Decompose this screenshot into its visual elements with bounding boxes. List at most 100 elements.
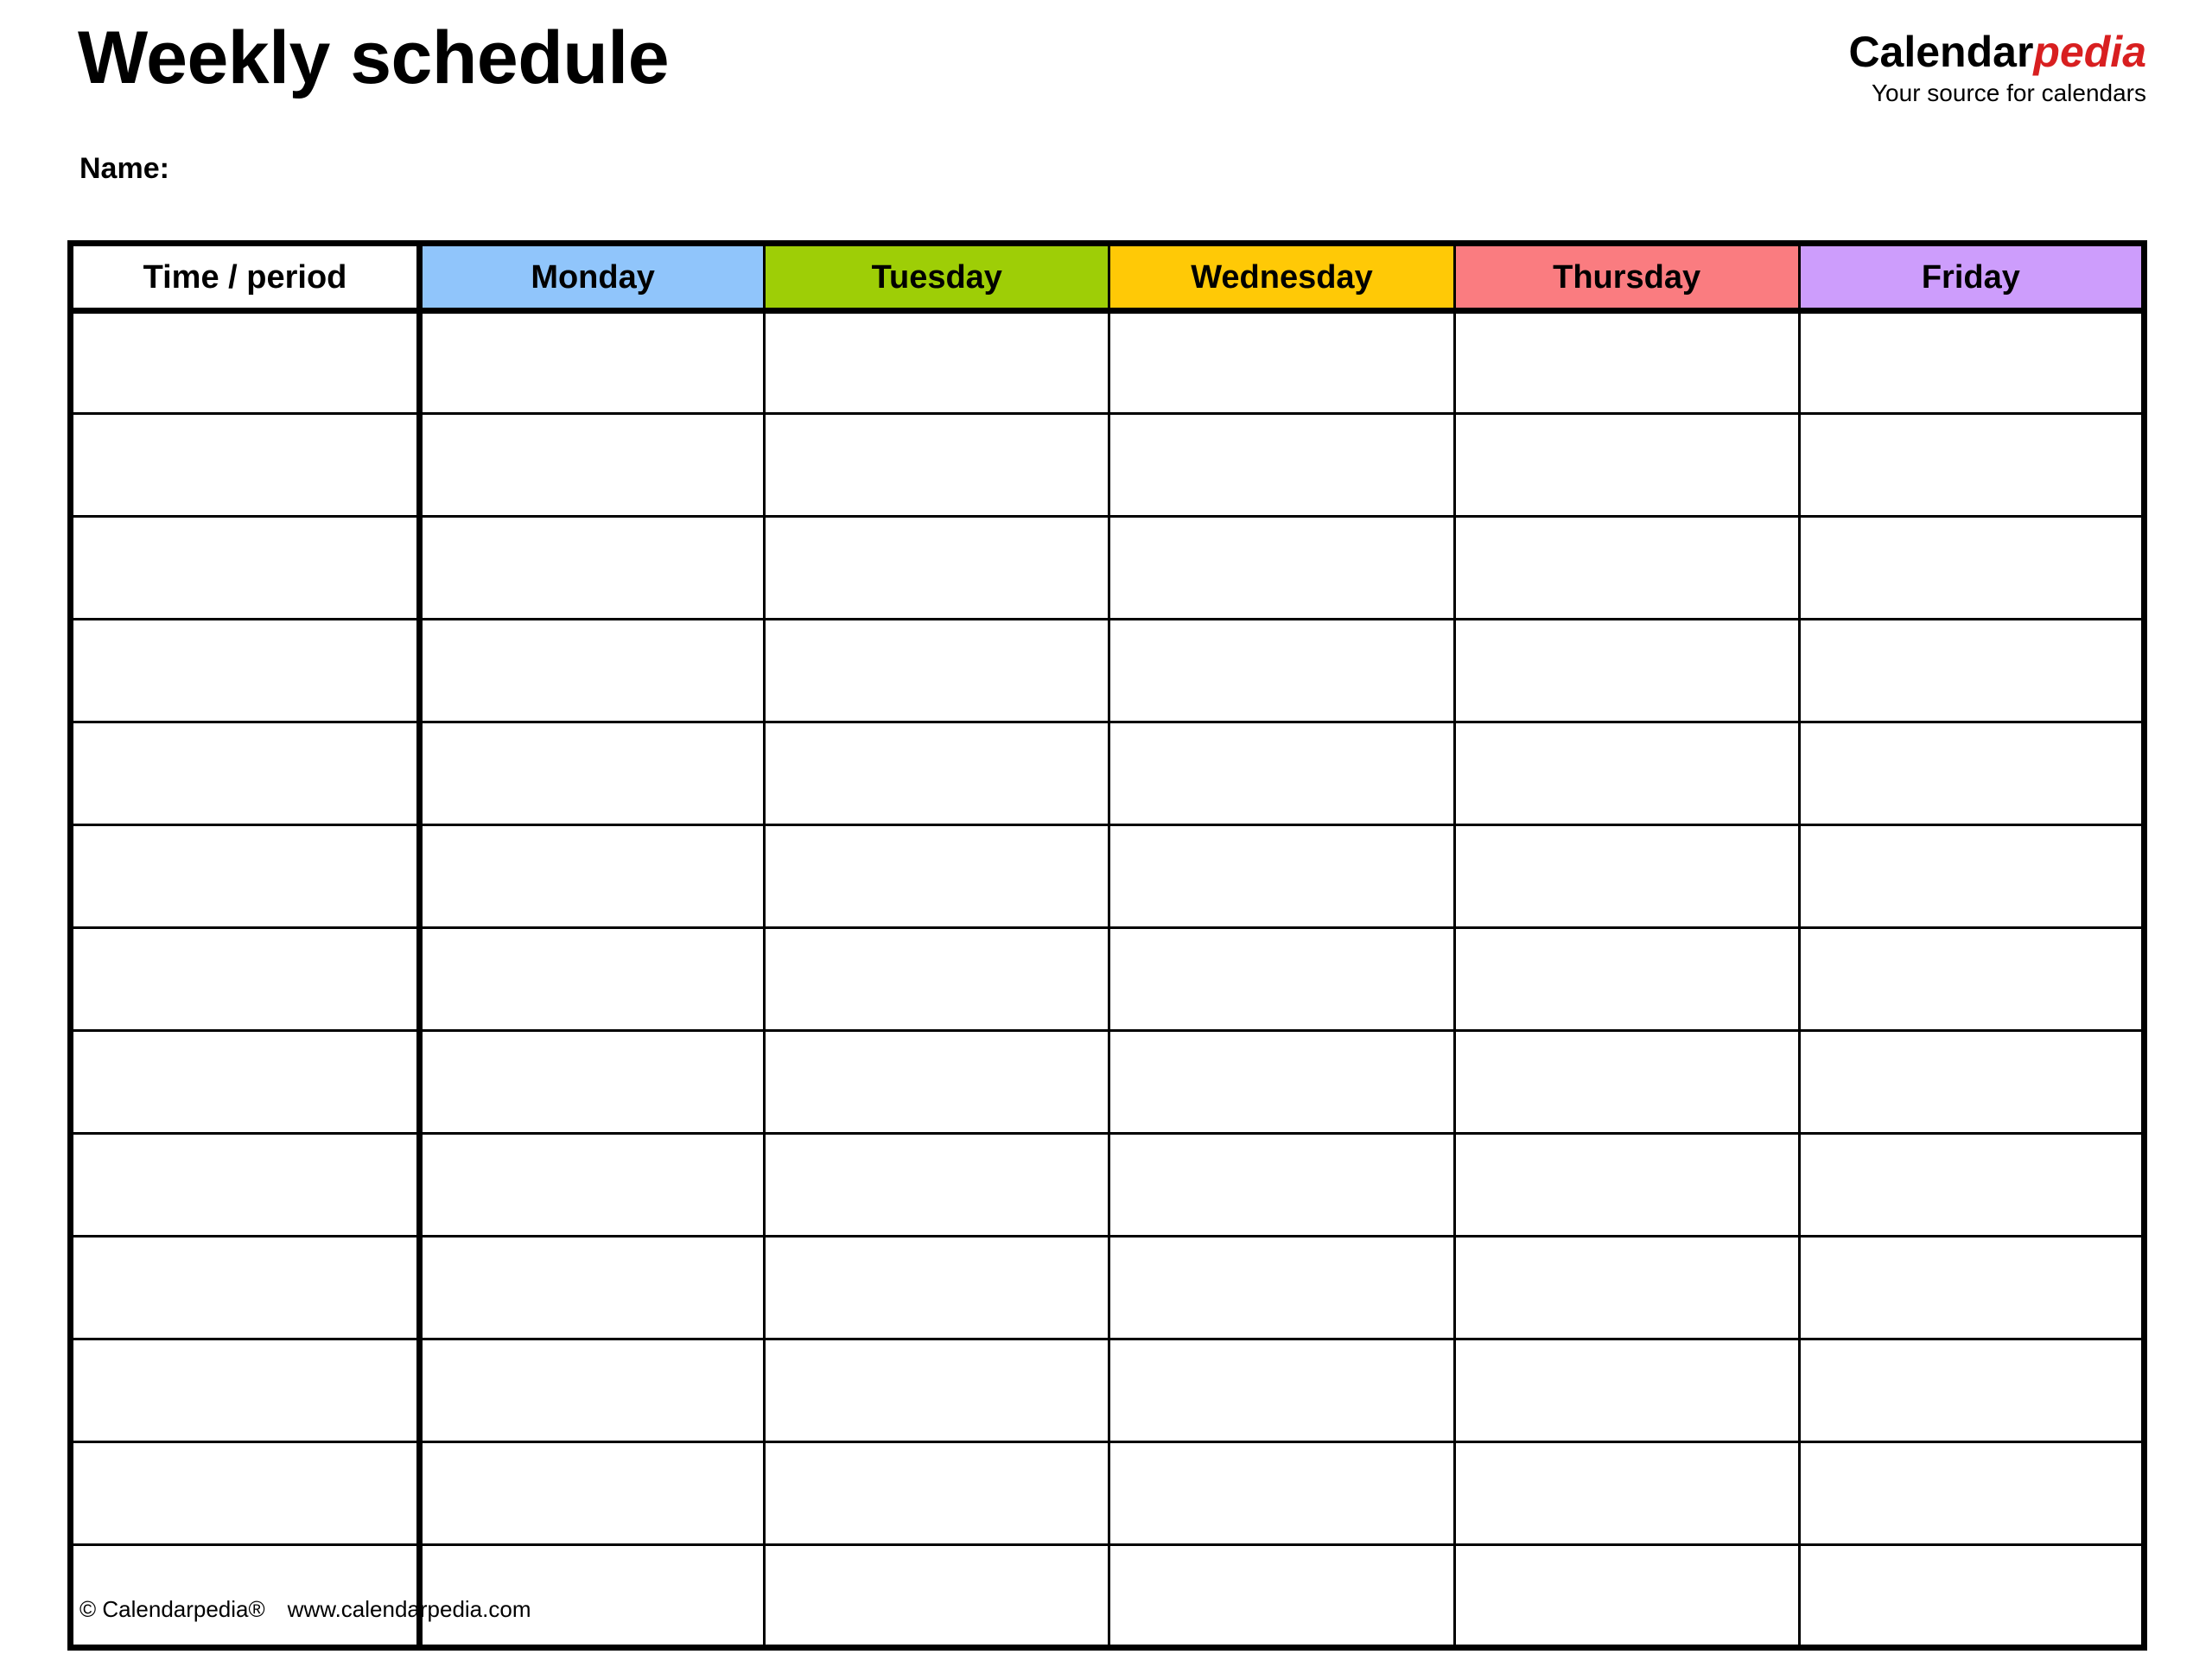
schedule-cell-time[interactable] xyxy=(67,618,423,723)
schedule-row xyxy=(67,309,2147,415)
schedule-cell-thursday[interactable] xyxy=(1452,1441,1801,1546)
schedule-cell-time[interactable] xyxy=(67,515,423,620)
schedule-cell-time[interactable] xyxy=(67,1338,423,1443)
schedule-cell-monday[interactable] xyxy=(417,721,766,826)
schedule-cell-wednesday[interactable] xyxy=(1108,1543,1456,1651)
schedule-cell-tuesday[interactable] xyxy=(763,1029,1111,1135)
column-header-monday: Monday xyxy=(417,240,766,314)
schedule-cell-wednesday[interactable] xyxy=(1108,515,1456,620)
schedule-cell-friday[interactable] xyxy=(1797,1029,2147,1135)
schedule-cell-monday[interactable] xyxy=(417,1132,766,1238)
schedule-cell-friday[interactable] xyxy=(1797,309,2147,415)
schedule-row xyxy=(67,515,2147,620)
schedule-cell-thursday[interactable] xyxy=(1452,1235,1801,1340)
schedule-cell-monday[interactable] xyxy=(417,309,766,415)
brand-wordmark: Calendarpedia xyxy=(1848,29,2146,75)
schedule-cell-friday[interactable] xyxy=(1797,1132,2147,1238)
brand-tagline: Your source for calendars xyxy=(1871,79,2146,106)
schedule-cell-tuesday[interactable] xyxy=(763,618,1111,723)
schedule-cell-tuesday[interactable] xyxy=(763,412,1111,518)
schedule-cell-time[interactable] xyxy=(67,824,423,929)
schedule-cell-thursday[interactable] xyxy=(1452,412,1801,518)
schedule-cell-monday[interactable] xyxy=(417,824,766,929)
schedule-cell-tuesday[interactable] xyxy=(763,1235,1111,1340)
schedule-cell-wednesday[interactable] xyxy=(1108,309,1456,415)
schedule-cell-time[interactable] xyxy=(67,1029,423,1135)
schedule-cell-monday[interactable] xyxy=(417,1338,766,1443)
footer-copyright: © Calendarpedia® xyxy=(79,1596,265,1622)
schedule-cell-friday[interactable] xyxy=(1797,721,2147,826)
brand-name-accent: pedia xyxy=(2033,28,2146,76)
schedule-cell-tuesday[interactable] xyxy=(763,515,1111,620)
schedule-cell-monday[interactable] xyxy=(417,1441,766,1546)
schedule-cell-wednesday[interactable] xyxy=(1108,412,1456,518)
schedule-cell-friday[interactable] xyxy=(1797,926,2147,1032)
schedule-header-row: Time / period Monday Tuesday Wednesday T… xyxy=(67,240,2147,314)
weekly-schedule-table: Time / period Monday Tuesday Wednesday T… xyxy=(67,240,2147,1651)
schedule-cell-friday[interactable] xyxy=(1797,515,2147,620)
schedule-cell-monday[interactable] xyxy=(417,618,766,723)
schedule-cell-wednesday[interactable] xyxy=(1108,1235,1456,1340)
schedule-cell-tuesday[interactable] xyxy=(763,926,1111,1032)
column-header-friday: Friday xyxy=(1797,240,2147,314)
schedule-cell-monday[interactable] xyxy=(417,412,766,518)
schedule-cell-time[interactable] xyxy=(67,1235,423,1340)
schedule-row xyxy=(67,412,2147,518)
schedule-cell-thursday[interactable] xyxy=(1452,515,1801,620)
schedule-cell-thursday[interactable] xyxy=(1452,1029,1801,1135)
schedule-cell-tuesday[interactable] xyxy=(763,309,1111,415)
schedule-cell-tuesday[interactable] xyxy=(763,824,1111,929)
column-header-time-period: Time / period xyxy=(67,240,423,314)
schedule-cell-thursday[interactable] xyxy=(1452,1543,1801,1651)
schedule-header-row-group: Time / period Monday Tuesday Wednesday T… xyxy=(67,240,2147,314)
schedule-cell-wednesday[interactable] xyxy=(1108,926,1456,1032)
footer-website[interactable]: www.calendarpedia.com xyxy=(288,1596,531,1622)
schedule-cell-thursday[interactable] xyxy=(1452,618,1801,723)
schedule-cell-tuesday[interactable] xyxy=(763,1441,1111,1546)
schedule-cell-monday[interactable] xyxy=(417,515,766,620)
column-header-tuesday: Tuesday xyxy=(763,240,1111,314)
schedule-cell-time[interactable] xyxy=(67,1132,423,1238)
schedule-cell-monday[interactable] xyxy=(417,1235,766,1340)
schedule-row xyxy=(67,618,2147,723)
weekly-schedule-page: Weekly schedule Name: Calendarpedia Your… xyxy=(0,0,2212,1667)
schedule-cell-time[interactable] xyxy=(67,926,423,1032)
schedule-cell-wednesday[interactable] xyxy=(1108,1029,1456,1135)
schedule-cell-wednesday[interactable] xyxy=(1108,1132,1456,1238)
schedule-cell-thursday[interactable] xyxy=(1452,721,1801,826)
schedule-cell-wednesday[interactable] xyxy=(1108,824,1456,929)
schedule-row xyxy=(67,1441,2147,1546)
schedule-cell-friday[interactable] xyxy=(1797,1543,2147,1651)
schedule-cell-thursday[interactable] xyxy=(1452,926,1801,1032)
schedule-cell-wednesday[interactable] xyxy=(1108,1338,1456,1443)
brand-name-primary: Calendar xyxy=(1848,28,2034,76)
schedule-cell-tuesday[interactable] xyxy=(763,1338,1111,1443)
schedule-cell-friday[interactable] xyxy=(1797,412,2147,518)
schedule-cell-wednesday[interactable] xyxy=(1108,618,1456,723)
schedule-cell-thursday[interactable] xyxy=(1452,309,1801,415)
calendarpedia-logo: Calendarpedia Your source for calendars xyxy=(1848,29,2146,106)
schedule-cell-wednesday[interactable] xyxy=(1108,721,1456,826)
schedule-cell-tuesday[interactable] xyxy=(763,1132,1111,1238)
schedule-cell-monday[interactable] xyxy=(417,1029,766,1135)
schedule-cell-tuesday[interactable] xyxy=(763,1543,1111,1651)
schedule-row xyxy=(67,926,2147,1032)
schedule-cell-friday[interactable] xyxy=(1797,618,2147,723)
page-title: Weekly schedule xyxy=(78,16,670,99)
schedule-cell-friday[interactable] xyxy=(1797,824,2147,929)
schedule-cell-friday[interactable] xyxy=(1797,1441,2147,1546)
schedule-cell-wednesday[interactable] xyxy=(1108,1441,1456,1546)
schedule-cell-monday[interactable] xyxy=(417,926,766,1032)
schedule-row xyxy=(67,721,2147,826)
schedule-cell-thursday[interactable] xyxy=(1452,1338,1801,1443)
schedule-cell-friday[interactable] xyxy=(1797,1235,2147,1340)
schedule-cell-time[interactable] xyxy=(67,721,423,826)
schedule-cell-time[interactable] xyxy=(67,412,423,518)
schedule-cell-time[interactable] xyxy=(67,309,423,415)
schedule-row xyxy=(67,1235,2147,1340)
schedule-cell-tuesday[interactable] xyxy=(763,721,1111,826)
schedule-cell-friday[interactable] xyxy=(1797,1338,2147,1443)
schedule-cell-time[interactable] xyxy=(67,1441,423,1546)
schedule-cell-thursday[interactable] xyxy=(1452,1132,1801,1238)
schedule-cell-thursday[interactable] xyxy=(1452,824,1801,929)
